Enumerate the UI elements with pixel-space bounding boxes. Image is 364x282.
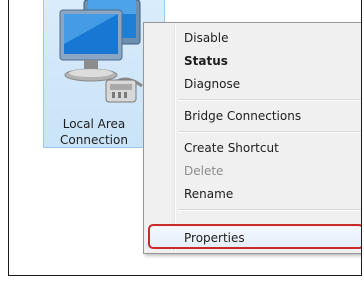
menu-item-diagnose[interactable]: Diagnose — [146, 73, 361, 95]
menu-item-disable[interactable]: Disable — [146, 27, 361, 49]
menu-separator — [178, 131, 361, 133]
menu-item-delete: Delete — [184, 164, 224, 178]
menu-item-properties[interactable]: Properties — [146, 227, 361, 249]
menu-separator — [178, 99, 361, 101]
connection-label-line2: Connection — [60, 133, 128, 147]
menu-item-bridge-connections[interactable]: Bridge Connections — [146, 105, 361, 127]
menu-item-status[interactable]: Status — [146, 50, 361, 72]
connection-label-line1: Local Area — [62, 117, 126, 131]
menu-separator — [178, 209, 361, 211]
menu-item-create-shortcut[interactable]: Create Shortcut — [146, 137, 361, 159]
menu-item-rename[interactable]: Rename — [146, 183, 361, 205]
context-menu: Disable Status Diagnose Bridge Connectio… — [143, 22, 361, 254]
connection-label: Local Area Connection — [44, 116, 144, 148]
screenshot-frame: Local Area Connection Disable Status Dia… — [8, 0, 362, 276]
